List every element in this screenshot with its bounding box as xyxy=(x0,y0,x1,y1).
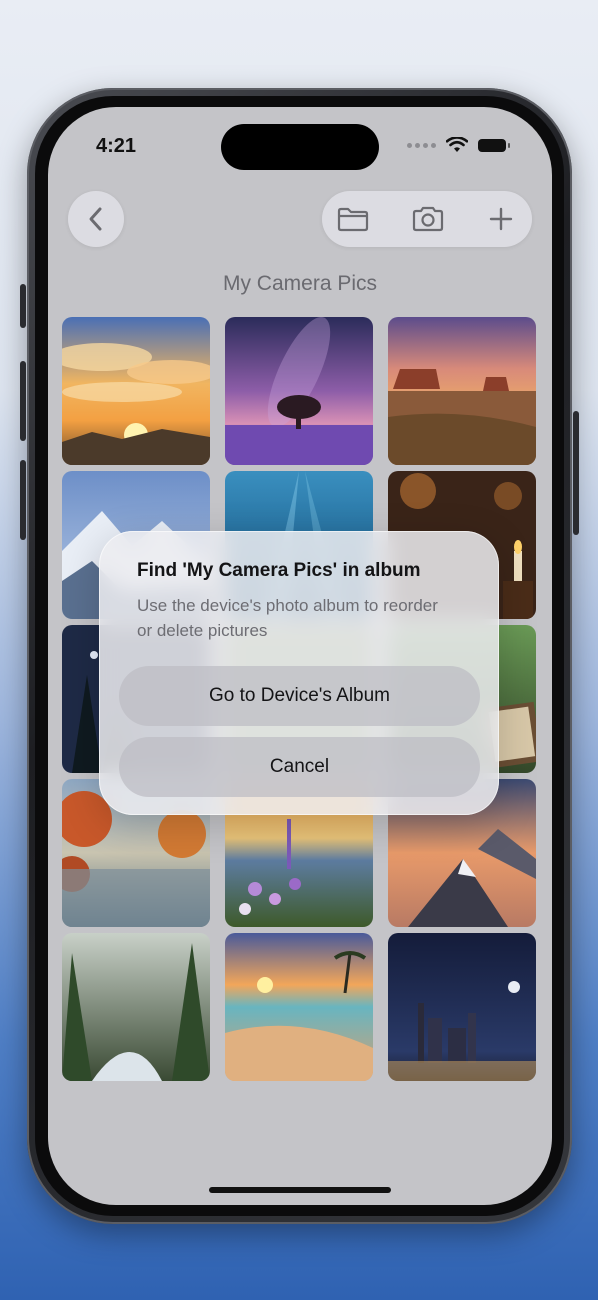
power-button xyxy=(573,411,579,535)
go-to-album-button[interactable]: Go to Device's Album xyxy=(119,666,480,726)
folder-icon xyxy=(337,207,369,232)
signal-icon xyxy=(407,142,436,148)
dialog-message: Use the device's photo album to reorder … xyxy=(137,596,438,640)
camera-icon xyxy=(412,206,444,232)
home-indicator[interactable] xyxy=(209,1187,391,1193)
wifi-icon xyxy=(446,137,468,152)
battery-icon xyxy=(478,138,510,152)
page-title: My Camera Pics xyxy=(222,272,378,295)
back-button[interactable] xyxy=(68,191,124,247)
action-button xyxy=(20,284,26,328)
status-icons xyxy=(407,137,510,153)
status-time: 4:21 xyxy=(96,135,137,157)
camera-button[interactable] xyxy=(411,203,445,235)
photo-tropical-beach[interactable] xyxy=(225,933,373,1081)
volume-up-button xyxy=(20,361,26,441)
folder-button[interactable] xyxy=(336,203,370,235)
add-button[interactable] xyxy=(484,203,518,235)
album-dialog: Find 'My Camera Pics' in album Use the d… xyxy=(99,531,499,815)
plus-icon xyxy=(489,207,513,231)
dynamic-island xyxy=(221,124,379,170)
screen: 4:21 My Camera Pics Find 'My Camera Pics… xyxy=(48,107,552,1205)
volume-down-button xyxy=(20,460,26,540)
toolbar xyxy=(322,191,532,247)
photo-forest-stream[interactable] xyxy=(62,933,210,1081)
cancel-button[interactable]: Cancel xyxy=(119,737,480,797)
phone-frame: 4:21 My Camera Pics Find 'My Camera Pics… xyxy=(20,88,579,1224)
photo-sunset-clouds[interactable] xyxy=(62,317,210,465)
chevron-left-icon xyxy=(89,207,102,231)
photo-lavender-tree[interactable] xyxy=(225,317,373,465)
photo-desert-buttes[interactable] xyxy=(388,317,536,465)
dialog-title: Find 'My Camera Pics' in album xyxy=(137,560,421,581)
photo-city-night[interactable] xyxy=(388,933,536,1081)
